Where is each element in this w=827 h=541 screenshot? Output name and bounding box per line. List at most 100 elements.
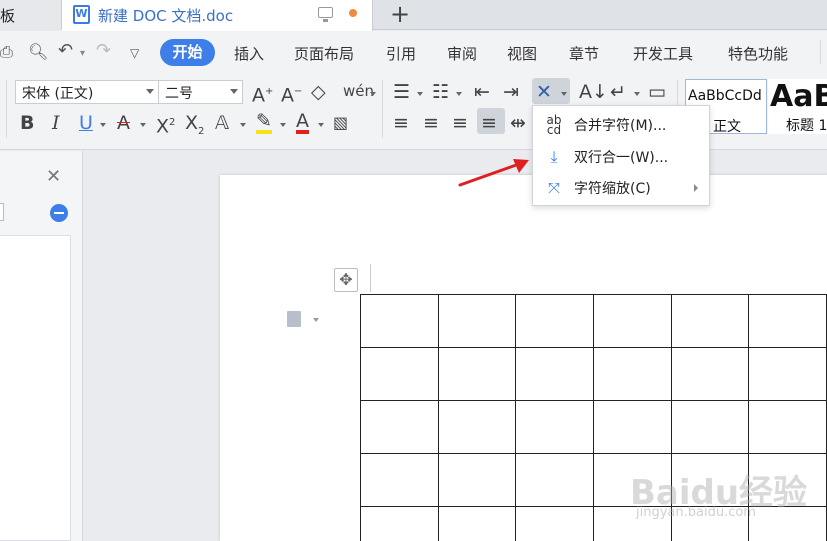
font-size-select[interactable]: 二号 xyxy=(158,80,243,104)
highlight-dropdown-icon[interactable] xyxy=(280,123,286,127)
table-cell[interactable] xyxy=(437,294,517,348)
shrink-font-icon[interactable]: A− xyxy=(281,81,302,106)
strikethrough-dropdown-icon[interactable] xyxy=(140,123,146,127)
table-cell[interactable] xyxy=(437,347,517,401)
table-cell[interactable] xyxy=(515,347,594,401)
menu-tab-view[interactable]: 视图 xyxy=(507,43,537,64)
font-color-dropdown-icon[interactable] xyxy=(318,123,324,127)
clear-formatting-icon[interactable]: ◇ xyxy=(311,81,326,103)
menu-item-merge-characters[interactable]: ab cd 合并字符(M)... xyxy=(533,110,709,140)
menu-item-character-scaling[interactable]: ⤧ 字符缩放(C) xyxy=(533,173,709,203)
table-cell[interactable] xyxy=(670,400,750,454)
undo-icon[interactable]: ↶ xyxy=(58,40,73,61)
table-cell[interactable] xyxy=(515,506,594,541)
justify-icon[interactable]: ≡ xyxy=(481,112,497,134)
bullets-icon[interactable]: ☰ xyxy=(393,81,410,103)
wps-writer-icon: W xyxy=(73,5,90,24)
subscript-icon[interactable]: X2 xyxy=(185,112,204,143)
table-cell[interactable] xyxy=(437,506,517,541)
ruler-icon[interactable]: ▭ xyxy=(648,81,666,103)
table-cell[interactable] xyxy=(670,294,750,348)
table-cell[interactable] xyxy=(437,400,517,454)
table-cell[interactable] xyxy=(748,294,827,348)
table-cell[interactable] xyxy=(515,400,594,454)
table-row xyxy=(360,294,827,348)
redo-icon[interactable]: ↷ xyxy=(96,40,111,61)
menu-item-character-scaling-label: 字符缩放(C) xyxy=(574,181,651,197)
numbering-icon[interactable]: ☷ xyxy=(432,81,449,103)
italic-icon[interactable]: I xyxy=(52,112,60,134)
menu-divider xyxy=(820,40,821,64)
underline-dropdown-icon[interactable] xyxy=(100,123,106,127)
font-family-select[interactable]: 宋体 (正文) xyxy=(15,80,159,104)
table-cell[interactable] xyxy=(360,506,439,541)
bullets-dropdown-icon[interactable] xyxy=(417,92,423,96)
numbering-dropdown-icon[interactable] xyxy=(456,92,462,96)
font-size-value: 二号 xyxy=(165,86,193,102)
new-tab-button[interactable]: + xyxy=(390,0,410,28)
table-cell[interactable] xyxy=(360,400,439,454)
pane-scroll-handle[interactable] xyxy=(0,203,4,221)
print-preview-icon[interactable]: 🔍︎ xyxy=(28,42,48,61)
bold-icon[interactable]: B xyxy=(20,112,34,134)
print-icon[interactable]: ⎙ xyxy=(0,42,13,62)
char-border-icon[interactable]: ▧ xyxy=(333,112,348,134)
text-effects-dropdown-icon[interactable] xyxy=(240,123,246,127)
decrease-indent-icon[interactable]: ⇤ xyxy=(474,81,490,103)
grow-font-icon[interactable]: A+ xyxy=(252,81,273,106)
table-cell[interactable] xyxy=(360,347,439,401)
tab-document[interactable]: W 新建 DOC 文档.doc xyxy=(62,0,373,31)
table-cell[interactable] xyxy=(592,347,672,401)
pane-collapse-icon[interactable] xyxy=(50,204,68,222)
table-cell[interactable] xyxy=(748,347,827,401)
table-cell[interactable] xyxy=(670,347,750,401)
chinese-layout-dropdown-icon[interactable] xyxy=(561,92,567,96)
strikethrough-icon[interactable]: A xyxy=(117,112,130,134)
table-cell[interactable] xyxy=(515,294,594,348)
text-effects-icon[interactable]: 𝔸 xyxy=(215,112,229,134)
align-right-icon[interactable]: ≡ xyxy=(452,112,468,134)
phonetic-dropdown-icon[interactable] xyxy=(370,92,376,96)
tab-bar: 板 W 新建 DOC 文档.doc + xyxy=(0,0,827,31)
menu-item-two-lines-in-one[interactable]: ⤓ 双行合一(W)... xyxy=(533,142,709,172)
style-heading1[interactable]: AaB 标题 1 xyxy=(768,79,827,134)
table-cell[interactable] xyxy=(592,400,672,454)
menu-tab-developer[interactable]: 开发工具 xyxy=(633,43,693,64)
table-cell[interactable] xyxy=(360,453,439,507)
phonetic-guide-icon[interactable]: wén xyxy=(343,80,374,102)
align-center-icon[interactable]: ≡ xyxy=(423,112,439,134)
close-pane-icon[interactable]: ✕ xyxy=(46,166,61,187)
menu-tab-review[interactable]: 审阅 xyxy=(447,43,477,64)
menu-tab-page-layout[interactable]: 页面布局 xyxy=(294,43,354,64)
menu-tab-start[interactable]: 开始 xyxy=(160,39,215,66)
undo-dropdown-icon[interactable]: ▾ xyxy=(80,48,85,59)
two-lines-in-one-icon: ⤓ xyxy=(550,147,558,166)
menu-tab-insert[interactable]: 插入 xyxy=(234,43,264,64)
menu-tab-references[interactable]: 引用 xyxy=(386,43,416,64)
font-color-icon[interactable]: A xyxy=(296,112,309,134)
chinese-layout-icon[interactable]: ✕ xyxy=(536,81,552,103)
superscript-icon[interactable]: X2 xyxy=(156,112,175,137)
align-left-icon[interactable]: ≡ xyxy=(393,112,409,134)
navigation-pane-content[interactable] xyxy=(0,235,71,541)
table-cell[interactable] xyxy=(360,294,439,348)
highlight-icon[interactable]: ✎ xyxy=(256,112,272,134)
underline-icon[interactable]: U xyxy=(79,112,93,134)
paragraph-layout-icon[interactable] xyxy=(287,311,319,327)
table-cell[interactable] xyxy=(748,400,827,454)
show-marks-icon[interactable]: ↵ xyxy=(610,81,626,103)
menu-tab-special[interactable]: 特色功能 xyxy=(728,43,788,64)
table-cell[interactable] xyxy=(592,294,672,348)
table-move-handle-icon[interactable]: ✥ xyxy=(334,268,358,292)
table-cell[interactable] xyxy=(437,453,517,507)
table-cell[interactable] xyxy=(515,453,594,507)
distributed-icon[interactable]: ⇹ xyxy=(510,112,526,134)
tab-previous[interactable]: 板 xyxy=(0,0,62,30)
monitor-icon[interactable] xyxy=(318,7,333,22)
show-marks-dropdown-icon[interactable] xyxy=(634,92,640,96)
menu-tab-section[interactable]: 章节 xyxy=(569,43,599,64)
increase-indent-icon[interactable]: ⇥ xyxy=(503,81,519,103)
sort-icon[interactable]: A↓ xyxy=(579,81,608,103)
customize-toolbar-icon[interactable]: ▽ xyxy=(130,46,139,60)
table-row xyxy=(360,400,827,454)
